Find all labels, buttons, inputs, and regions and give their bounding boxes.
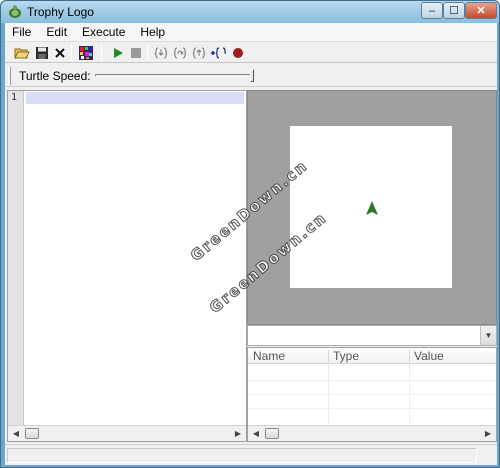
- code-editor[interactable]: 1 ◀ ▶: [7, 90, 247, 442]
- run-play-icon: [114, 47, 123, 58]
- status-bar: [5, 444, 497, 465]
- grid-line: [248, 408, 496, 409]
- turtle-speed-label: Turtle Speed:: [19, 69, 91, 83]
- turtle-speed-thumb[interactable]: [250, 69, 254, 82]
- grid-button[interactable]: [77, 44, 95, 61]
- step-into-icon: [154, 47, 168, 58]
- grid-icon: [79, 45, 93, 60]
- stop-button[interactable]: [127, 44, 145, 61]
- close-icon: ✕: [476, 5, 486, 17]
- variables-header: Name Type Value: [248, 348, 496, 364]
- step-out-button[interactable]: [190, 44, 208, 61]
- turtle-speed-track[interactable]: [95, 74, 252, 77]
- open-folder-icon: [14, 48, 30, 58]
- stop-icon: [131, 47, 141, 58]
- line-gutter: 1: [8, 91, 24, 425]
- title-bar: Trophy Logo – ☐ ✕: [1, 1, 499, 23]
- variables-scroll-thumb[interactable]: [265, 428, 279, 439]
- close-x-icon: [55, 47, 65, 58]
- editor-scroll-thumb[interactable]: [25, 428, 39, 439]
- toolbar-separator: [101, 44, 102, 61]
- open-button[interactable]: [13, 44, 31, 61]
- minimize-button[interactable]: –: [421, 2, 443, 19]
- maximize-button[interactable]: ☐: [443, 2, 465, 19]
- variables-table: Name Type Value ◀ ▶: [247, 347, 497, 442]
- scope-dropdown[interactable]: ▼: [247, 325, 497, 346]
- toolbar: [5, 41, 497, 63]
- app-window: Trophy Logo – ☐ ✕ File Edit Execute Help: [0, 0, 500, 468]
- close-window-button[interactable]: ✕: [465, 2, 497, 19]
- editor-horizontal-scrollbar[interactable]: ◀ ▶: [8, 425, 246, 441]
- turtle-icon: [366, 201, 378, 215]
- maximize-icon: ☐: [449, 5, 459, 17]
- menu-execute[interactable]: Execute: [75, 23, 133, 41]
- grid-line: [248, 380, 496, 381]
- scroll-left-icon[interactable]: ◀: [248, 426, 264, 441]
- toolbar-separator: [147, 44, 148, 61]
- grid-line: [248, 394, 496, 395]
- turtle-canvas-area: [247, 90, 497, 325]
- show-variables-icon: [211, 46, 226, 59]
- step-out-icon: [192, 47, 206, 58]
- run-button[interactable]: [109, 44, 127, 61]
- column-name[interactable]: Name: [250, 349, 285, 363]
- step-over-button[interactable]: [171, 44, 189, 61]
- close-file-button[interactable]: [51, 44, 69, 61]
- chevron-down-icon[interactable]: ▼: [480, 326, 496, 345]
- client-area: File Edit Execute Help Turtle Speed: 1 ◀…: [5, 23, 497, 465]
- speed-bar: Turtle Speed:: [5, 65, 497, 87]
- variables-horizontal-scrollbar[interactable]: ◀ ▶: [248, 425, 496, 441]
- minimize-icon: –: [428, 4, 436, 17]
- menu-file[interactable]: File: [5, 23, 39, 41]
- step-over-icon: [173, 47, 187, 58]
- scroll-right-icon[interactable]: ▶: [480, 426, 496, 441]
- turtle-app-icon: [9, 5, 21, 18]
- current-line-highlight: [26, 92, 244, 104]
- breakpoint-button[interactable]: [229, 44, 247, 61]
- column-divider[interactable]: [328, 350, 329, 362]
- scroll-left-icon[interactable]: ◀: [8, 426, 24, 441]
- window-title: Trophy Logo: [27, 5, 94, 19]
- toolbar-separator: [71, 44, 72, 61]
- status-panel: [7, 448, 477, 463]
- save-button[interactable]: [33, 44, 51, 61]
- drawing-canvas[interactable]: [290, 126, 452, 288]
- menu-help[interactable]: Help: [133, 23, 173, 41]
- save-disk-icon: [36, 46, 48, 59]
- menu-bar: File Edit Execute Help: [5, 23, 497, 41]
- line-number: 1: [11, 92, 18, 103]
- column-value[interactable]: Value: [411, 349, 444, 363]
- column-type[interactable]: Type: [330, 349, 359, 363]
- show-variables-button[interactable]: [209, 44, 227, 61]
- step-into-button[interactable]: [152, 44, 170, 61]
- breakpoint-icon: [233, 47, 243, 58]
- toolbar-grip[interactable]: [8, 67, 11, 85]
- menu-edit[interactable]: Edit: [39, 23, 75, 41]
- scroll-right-icon[interactable]: ▶: [230, 426, 246, 441]
- column-divider[interactable]: [409, 350, 410, 362]
